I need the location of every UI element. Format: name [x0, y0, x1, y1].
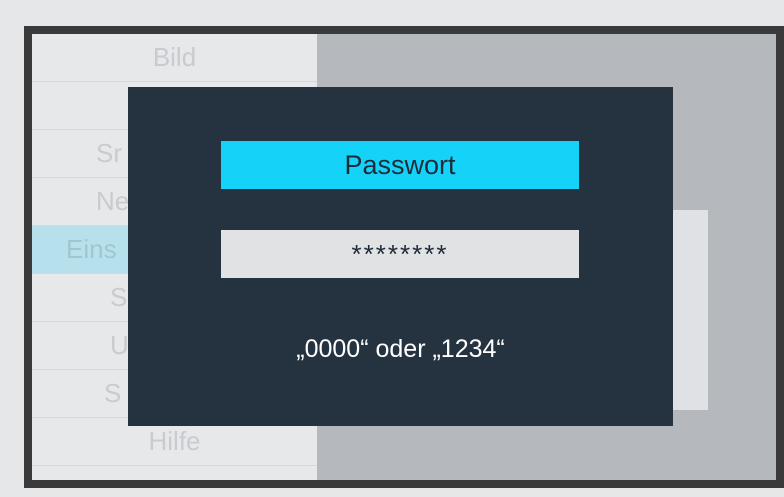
password-dialog: Passwort ******** „0000“ oder „1234“ [128, 87, 673, 426]
password-hint: „0000“ oder „1234“ [296, 335, 505, 363]
menu-item-label: Bild [152, 42, 197, 72]
menu-item-label: Hilfe [148, 426, 201, 456]
menu-item-label: Eins [66, 234, 117, 264]
menu-item-label: Ne [96, 186, 130, 216]
password-input[interactable]: ******** [221, 230, 579, 278]
menu-item-bild[interactable]: Bild [32, 34, 317, 82]
menu-item-label: Sr [96, 138, 122, 168]
dialog-title: Passwort [221, 141, 579, 189]
menu-item-label: U [110, 330, 129, 360]
menu-item-label: S [110, 282, 128, 312]
menu-item-label: S [104, 378, 122, 408]
